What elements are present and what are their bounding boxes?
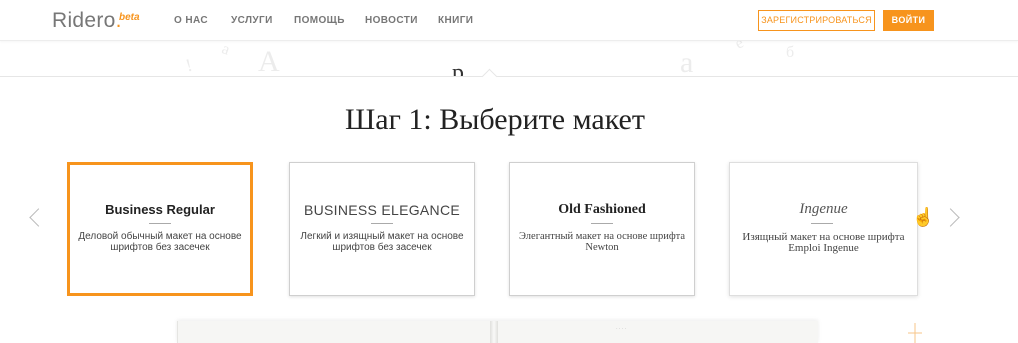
layout-divider [811, 223, 833, 224]
layout-description: Деловой обычный макет на основе шрифтов … [78, 231, 242, 253]
chevron-right-icon[interactable] [941, 208, 960, 227]
nav-books[interactable]: КНИГИ [438, 15, 473, 26]
layout-divider [591, 223, 613, 224]
hero-heading-fragment: р [452, 60, 464, 77]
layout-divider [371, 223, 393, 224]
nav-about[interactable]: О НАС [174, 15, 208, 26]
decorative-sparkle-icon [908, 323, 922, 343]
layout-description: Элегантный макет на основе шрифта Newton [519, 231, 685, 253]
layout-name: Ingenue [799, 201, 848, 217]
layout-name: Business Regular [105, 202, 215, 217]
logo-text: Ridero [52, 9, 116, 32]
layout-card-old-fashioned[interactable]: Old Fashioned Элегантный макет на основе… [509, 162, 695, 296]
layout-card-business-elegance[interactable]: BUSINESS ELEGANCE Легкий и изящный макет… [289, 162, 475, 296]
book-spine [490, 321, 498, 343]
layout-name: Old Fashioned [558, 202, 646, 217]
book-page-text: · · · · [616, 327, 627, 332]
nav-news[interactable]: НОВОСТИ [365, 15, 418, 26]
decorative-letter: а [219, 41, 232, 59]
register-button[interactable]: ЗАРЕГИСТРИРОВАТЬСЯ [758, 10, 875, 31]
decorative-letter: A [258, 45, 280, 77]
step-title: Шаг 1: Выберите макет [345, 103, 645, 136]
decorative-letter: б [786, 44, 795, 61]
login-button[interactable]: ВОЙТИ [883, 10, 934, 31]
beta-badge: beta [119, 12, 140, 23]
nav-services[interactable]: УСЛУГИ [231, 15, 273, 26]
decorative-letter: е [731, 41, 747, 53]
hand-pointer-icon: ☝ [912, 207, 935, 227]
chevron-left-icon[interactable] [29, 208, 48, 227]
decorative-letter: ! [183, 54, 195, 76]
decorative-letter: а [680, 46, 694, 77]
ridero-logo[interactable]: Ridero. [52, 9, 122, 33]
top-navigation-bar: Ridero. beta О НАС УСЛУГИ ПОМОЩЬ НОВОСТИ… [0, 0, 1018, 41]
layout-card-business-regular[interactable]: Business Regular Деловой обычный макет н… [67, 162, 253, 296]
layout-divider [149, 223, 171, 224]
hero-divider [0, 76, 1018, 77]
layout-description: Легкий и изящный макет на основе шрифтов… [300, 231, 464, 253]
nav-help[interactable]: ПОМОЩЬ [294, 15, 345, 26]
layout-name: BUSINESS ELEGANCE [303, 202, 461, 218]
layout-description: Изящный макет на основе шрифта Emploi In… [742, 231, 905, 254]
layout-card-ingenue[interactable]: Ingenue Изящный макет на основе шрифта E… [729, 162, 918, 296]
hero-banner: ! а A а б е р [0, 41, 1018, 77]
